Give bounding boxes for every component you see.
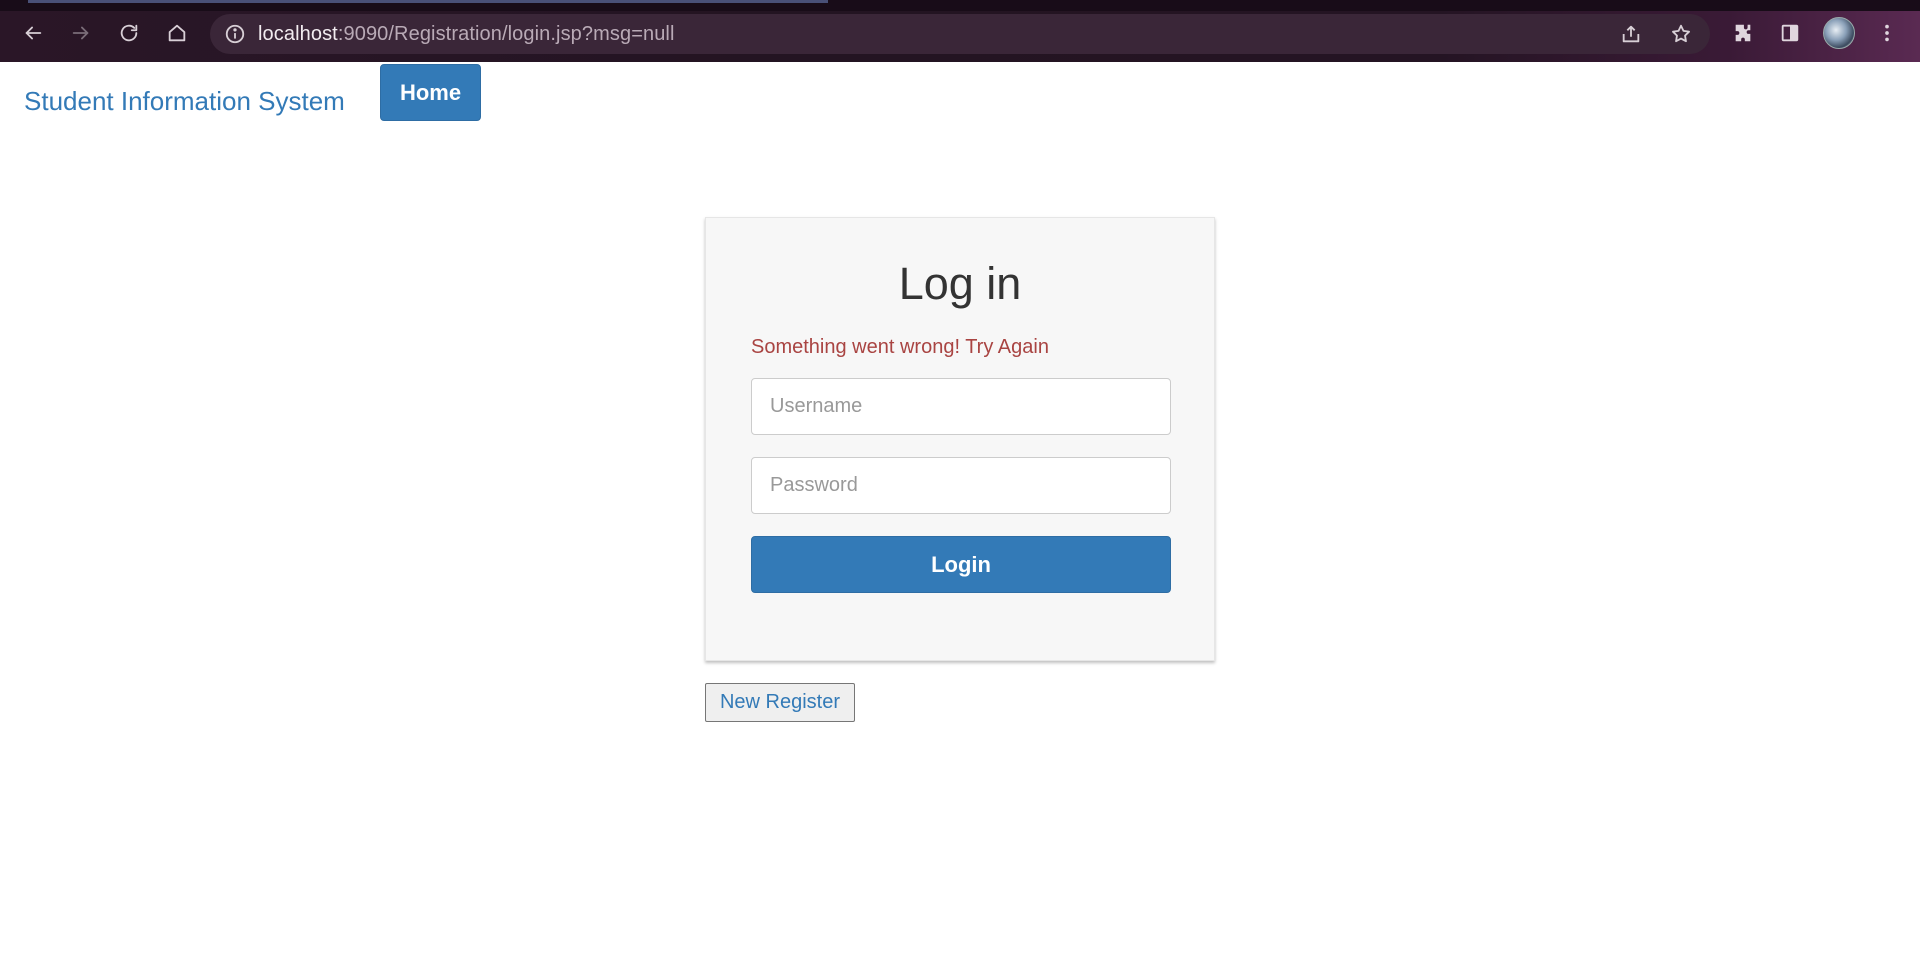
login-button[interactable]: Login — [751, 536, 1171, 593]
active-tab[interactable] — [28, 0, 828, 3]
site-navbar: Student Information System Home — [0, 62, 1920, 122]
menu-kebab-icon[interactable] — [1872, 18, 1902, 48]
extensions-icon[interactable] — [1728, 18, 1758, 48]
browser-toolbar: localhost:9090/Registration/login.jsp?ms… — [0, 0, 1920, 62]
tab-strip — [0, 0, 1920, 11]
login-card: Log in Something went wrong! Try Again L… — [705, 217, 1215, 661]
forward-icon[interactable] — [66, 18, 96, 48]
home-button[interactable]: Home — [380, 64, 481, 121]
home-icon[interactable] — [162, 18, 192, 48]
site-info-icon[interactable] — [224, 23, 246, 45]
username-input[interactable] — [751, 378, 1171, 435]
login-title: Log in — [898, 258, 1022, 309]
profile-avatar[interactable] — [1823, 17, 1855, 49]
reload-icon[interactable] — [114, 18, 144, 48]
password-input[interactable] — [751, 457, 1171, 514]
bookmark-star-icon[interactable] — [1670, 14, 1692, 54]
error-message: Something went wrong! Try Again — [751, 336, 1049, 358]
share-icon[interactable] — [1620, 14, 1642, 54]
address-bar[interactable]: localhost:9090/Registration/login.jsp?ms… — [210, 14, 1710, 54]
url-host: localhost — [258, 22, 338, 45]
address-url[interactable]: localhost:9090/Registration/login.jsp?ms… — [258, 23, 675, 46]
brand-link[interactable]: Student Information System — [24, 86, 345, 117]
back-icon[interactable] — [18, 18, 48, 48]
new-register-button[interactable]: New Register — [705, 683, 855, 722]
side-panel-icon[interactable] — [1775, 18, 1805, 48]
url-path: :9090/Registration/login.jsp?msg=null — [337, 22, 675, 45]
